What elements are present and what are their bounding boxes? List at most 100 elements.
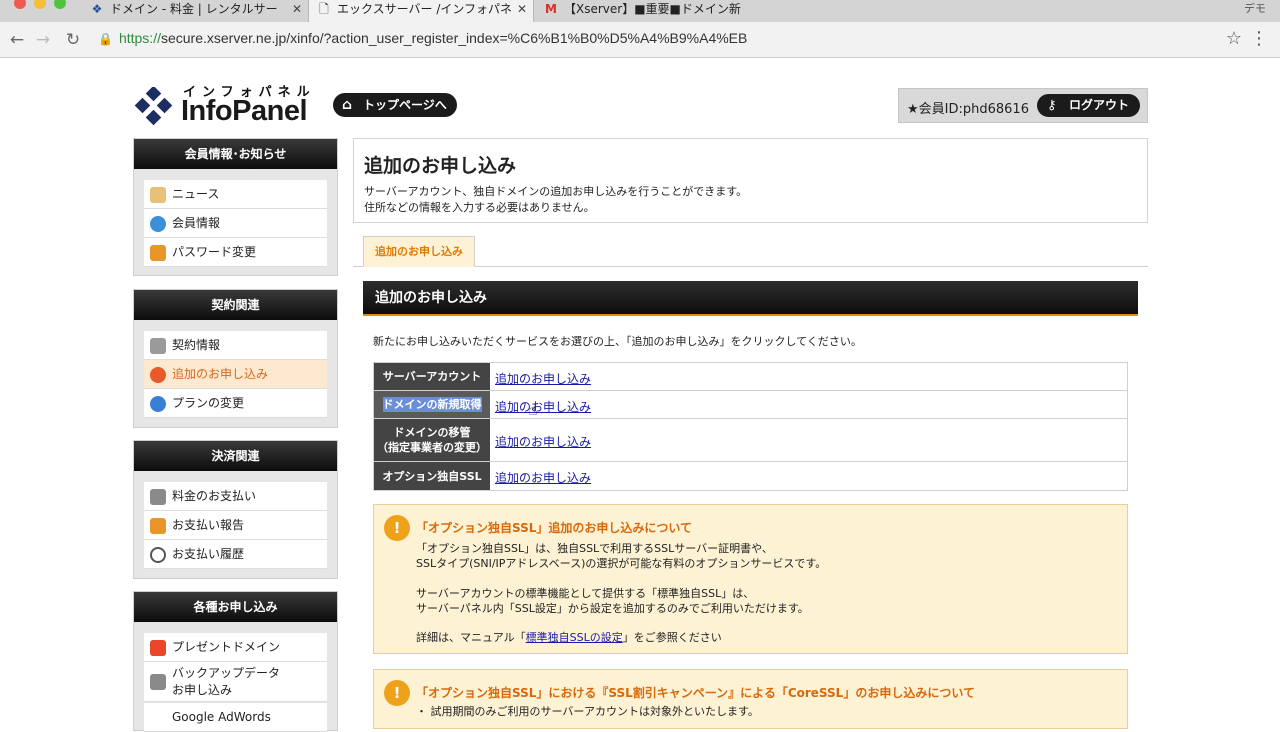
profile-label[interactable]: デモ — [1244, 0, 1266, 16]
top-page-label: トップページへ — [363, 98, 447, 112]
service-label: ドメインの新規取得 — [374, 391, 490, 418]
service-label: オプション独自SSL — [374, 462, 490, 490]
sidebar-section-orders: 各種お申し込み プレゼントドメイン バックアップデータ お申し込み Google … — [133, 591, 338, 732]
browser-tab-xserver-price[interactable]: ❖ ドメイン - 料金 | レンタルサー ✕ — [82, 0, 308, 22]
news-icon — [150, 187, 166, 203]
ssl-note-box: ! 「オプション独自SSL」追加のお申し込みについて 「オプション独自SSL」は… — [373, 504, 1128, 654]
sidebar-item-label: 契約情報 — [172, 338, 221, 352]
forward-arrow-icon[interactable]: → — [32, 29, 54, 51]
sidebar-item-label: Google AdWords — [172, 710, 271, 724]
member-id: ★会員ID:phd68616 — [907, 102, 1029, 117]
maximize-window-button[interactable] — [54, 0, 66, 9]
note-line: ・ 試用期間のみご利用のサーバーアカウントは対象外といたします。 — [416, 705, 759, 718]
browser-menu-icon[interactable]: ⋮ — [1250, 28, 1268, 49]
member-box: ★会員ID:phd68616 ⚷ ログアウト — [898, 88, 1148, 123]
intro-box: 追加のお申し込み サーバーアカウント、独自ドメインの追加お申し込みを行うことがで… — [353, 138, 1148, 223]
sidebar-item-payment[interactable]: 料金のお支払い — [144, 482, 327, 511]
backup-icon — [150, 674, 166, 690]
logout-label: ログアウト — [1069, 98, 1130, 112]
back-arrow-icon[interactable]: ← — [6, 29, 28, 51]
service-label-line: （指定事業者の変更） — [377, 441, 487, 454]
page-title: 追加のお申し込み — [364, 155, 517, 177]
key-icon: ⚷ — [1047, 98, 1057, 113]
sidebar-item-payment-report[interactable]: お支払い報告 — [144, 511, 327, 540]
infopanel-logo[interactable]: インフォパネル InfoPanel — [133, 81, 323, 131]
close-icon[interactable]: ✕ — [517, 0, 527, 18]
address-bar-row: ← → ↻ 🔒 https://secure.xserver.ne.jp/xinf… — [0, 22, 1280, 58]
tab-title: 【Xserver】■重要■ドメイン新 — [564, 2, 741, 16]
service-table: サーバーアカウント 追加のお申し込み ドメインの新規取得 追加のお申し込み ドメ… — [373, 362, 1128, 491]
service-label: サーバーアカウント — [374, 363, 490, 390]
xserver-icon: ❖ — [91, 2, 103, 16]
table-row: サーバーアカウント 追加のお申し込み — [374, 363, 1127, 391]
sidebar-item-label: お申し込み — [172, 683, 233, 697]
sidebar-item-plan-change[interactable]: プランの変更 — [144, 389, 327, 418]
logout-button[interactable]: ⚷ ログアウト — [1037, 94, 1140, 117]
lightbulb-icon: ! — [384, 515, 410, 541]
manual-link[interactable]: 標準独自SSLの設定 — [526, 631, 623, 644]
close-icon[interactable]: ✕ — [292, 0, 302, 18]
page-description: サーバーアカウント、独自ドメインの追加お申し込みを行うことができます。 住所など… — [364, 184, 747, 216]
sidebar-item-label: ニュース — [172, 187, 220, 201]
sidebar-section-title: 会員情報･お知らせ — [134, 139, 337, 169]
sidebar-item-add-order[interactable]: 追加のお申し込み — [144, 360, 327, 389]
tab-add-order[interactable]: 追加のお申し込み — [363, 236, 475, 267]
sidebar-item-backup-order[interactable]: バックアップデータ お申し込み — [144, 662, 327, 702]
note-body: 詳細は、マニュアル「標準独自SSLの設定」をご参照ください — [416, 630, 722, 645]
lightbulb-icon: ! — [384, 680, 410, 706]
clock-icon — [150, 547, 166, 563]
browser-tab-infopanel[interactable]: 🗋 エックスサーバー /インフォパネ ✕ — [308, 0, 534, 22]
note-line: サーバーアカウントの標準機能として提供する「標準独自SSL」は、 — [416, 587, 755, 600]
url-scheme: https:// — [118, 30, 161, 46]
note-line: SSLタイプ(SNI/IPアドレスベース)の選択が可能な有料のオプションサービス… — [416, 557, 827, 570]
section-title: 追加のお申し込み — [363, 281, 1138, 316]
instruction-text: 新たにお申し込みいただくサービスをお選びの上、「追加のお申し込み」をクリックして… — [373, 335, 862, 348]
service-label-text: ドメインの新規取得 — [382, 397, 482, 412]
note-line: サーバーパネル内「SSL設定」から設定を追加するのみでご利用いただけます。 — [416, 602, 809, 615]
gift-icon — [150, 640, 166, 656]
sidebar-item-password[interactable]: パスワード変更 — [144, 238, 327, 267]
sidebar-item-present-domain[interactable]: プレゼントドメイン — [144, 633, 327, 662]
browser-tab-gmail[interactable]: M 【Xserver】■重要■ドメイン新 — [536, 0, 762, 22]
campaign-note-box: ! 「オプション独自SSL」における『SSL割引キャンペーン』による「CoreS… — [373, 669, 1128, 729]
table-row: ドメインの新規取得 追加のお申し込み — [374, 391, 1127, 419]
add-order-link[interactable]: 追加のお申し込み — [495, 370, 591, 387]
reload-icon[interactable]: ↻ — [62, 29, 84, 51]
description-line: サーバーアカウント、独自ドメインの追加お申し込みを行うことができます。 — [364, 185, 748, 198]
add-order-link[interactable]: 追加のお申し込み — [495, 398, 591, 415]
sidebar-item-contract-info[interactable]: 契約情報 — [144, 331, 327, 360]
add-order-link[interactable]: 追加のお申し込み — [495, 433, 591, 450]
sidebar-section-title: 各種お申し込み — [134, 592, 337, 622]
sidebar-item-news[interactable]: ニュース — [144, 180, 327, 209]
note-title: 「オプション独自SSL」における『SSL割引キャンペーン』による「CoreSSL… — [416, 686, 975, 700]
lock-icon — [150, 245, 166, 261]
sidebar-item-label: バックアップデータ — [172, 666, 281, 680]
add-order-link[interactable]: 追加のお申し込み — [495, 469, 591, 486]
minimize-window-button[interactable] — [34, 0, 46, 9]
page: インフォパネル InfoPanel ⌂ トップページへ ★会員ID:phd686… — [0, 59, 1280, 732]
url-field[interactable]: 🔒 https://secure.xserver.ne.jp/xinfo/?act… — [98, 30, 747, 46]
diamonds-logo-icon — [134, 87, 173, 126]
close-window-button[interactable] — [14, 0, 26, 9]
description-line: 住所などの情報を入力する必要はありません。 — [364, 201, 595, 214]
note-body: 「オプション独自SSL」は、独自SSLで利用するSSLサーバー証明書や、 SSL… — [416, 541, 826, 571]
sidebar-section-payment: 決済関連 料金のお支払い お支払い報告 お支払い履歴 — [133, 440, 338, 579]
gmail-icon: M — [545, 2, 557, 16]
note-line: 「オプション独自SSL」は、独自SSLで利用するSSLサーバー証明書や、 — [416, 542, 773, 555]
sidebar-item-label: お支払い履歴 — [172, 547, 245, 561]
service-label-line: ドメインの移管 — [393, 426, 471, 439]
note-body: サーバーアカウントの標準機能として提供する「標準独自SSL」は、 サーバーパネル… — [416, 586, 809, 616]
note-line: 詳細は、マニュアル「 — [416, 631, 526, 644]
top-page-button[interactable]: ⌂ トップページへ — [333, 93, 457, 117]
bookmark-star-icon[interactable]: ☆ — [1226, 28, 1242, 49]
sidebar-section-title: 契約関連 — [134, 290, 337, 320]
report-icon — [150, 518, 166, 534]
table-row: ドメインの移管 （指定事業者の変更） 追加のお申し込み — [374, 419, 1127, 462]
sidebar-item-label: 料金のお支払い — [172, 489, 257, 503]
sidebar-item-payment-history[interactable]: お支払い履歴 — [144, 540, 327, 569]
tab-title: エックスサーバー /インフォパネ — [337, 2, 513, 16]
sidebar-item-member-info[interactable]: 会員情報 — [144, 209, 327, 238]
sidebar-item-label: プランの変更 — [172, 396, 245, 410]
sidebar-item-label: 会員情報 — [172, 216, 221, 230]
sidebar-item-google-adwords[interactable]: Google AdWords — [144, 703, 327, 732]
